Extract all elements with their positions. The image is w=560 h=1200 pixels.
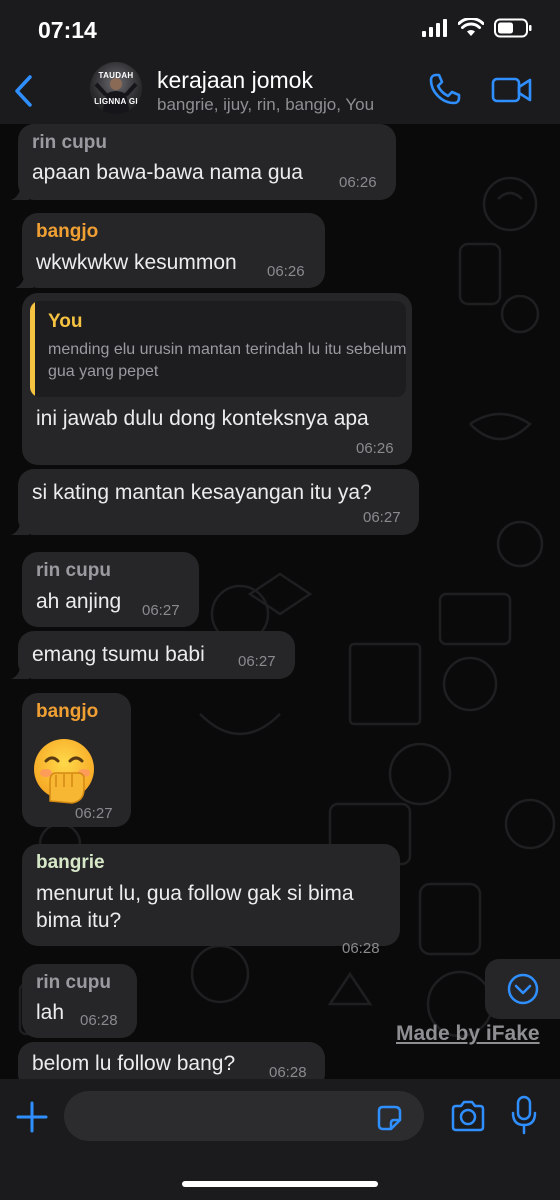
message-bubble[interactable]: bangjo wkwkwkw kesummon 06:26 xyxy=(15,213,325,288)
sender-name: bangjo xyxy=(36,221,99,242)
message-time: 06:26 xyxy=(356,440,394,457)
voice-call-button[interactable] xyxy=(428,72,462,106)
message-text: si kating mantan kesayangan itu ya? xyxy=(32,481,372,504)
message-bubble[interactable]: bangrie menurut lu, gua follow gak si bi… xyxy=(22,844,400,957)
chat-members[interactable]: bangrie, ijuy, rin, bangjo, You xyxy=(157,95,374,115)
avatar-text-bottom: LIGNNA GI xyxy=(94,97,138,106)
status-bar: 07:14 xyxy=(0,0,560,58)
message-text: emang tsumu babi xyxy=(32,643,205,666)
sender-name: rin cupu xyxy=(36,560,111,581)
bubble-tail xyxy=(20,1072,29,1079)
bubble-tail xyxy=(11,661,29,679)
message-text: menurut lu, gua follow gak si bima xyxy=(36,882,354,905)
message-text: lah xyxy=(36,1001,65,1024)
quoted-message[interactable]: You mending elu urusin mantan terindah l… xyxy=(30,301,406,397)
battery-icon xyxy=(494,18,532,38)
face-with-hand-over-mouth-emoji xyxy=(34,739,94,804)
sender-name: bangrie xyxy=(36,852,105,873)
message-bubble[interactable]: rin cupu lah 06:28 xyxy=(22,964,137,1038)
status-icons xyxy=(422,18,532,38)
status-time: 07:14 xyxy=(38,17,97,43)
quote-sender: You xyxy=(48,311,83,332)
message-text: wkwkwkw kesummon xyxy=(36,251,237,274)
message-text: ah anjing xyxy=(36,590,122,613)
message-time: 06:27 xyxy=(363,509,401,526)
message-time: 06:28 xyxy=(269,1064,307,1079)
microphone-button[interactable] xyxy=(510,1095,538,1135)
quote-accent-bar xyxy=(30,301,35,397)
attach-plus-button[interactable] xyxy=(14,1099,50,1135)
message-time: 06:28 xyxy=(342,940,380,957)
message-time: 06:27 xyxy=(142,602,180,619)
emoji-message-bubble[interactable]: bangjo 06:27 xyxy=(22,693,131,827)
message-text: ini jawab dulu dong konteksnya apa xyxy=(36,407,369,430)
message-bubble[interactable]: si kating mantan kesayangan itu ya? 06:2… xyxy=(11,469,419,535)
message-text: belom lu follow bang? xyxy=(32,1052,236,1075)
scroll-to-bottom-button[interactable] xyxy=(485,959,560,1019)
bubble-tail xyxy=(15,270,33,288)
wifi-icon xyxy=(458,18,484,36)
watermark: Made by iFake xyxy=(396,1022,540,1045)
chat-title[interactable]: kerajaan jomok xyxy=(157,67,313,94)
message-bubble[interactable]: belom lu follow bang? 06:28 xyxy=(18,1042,325,1079)
message-bubble[interactable]: rin cupu apaan bawa-bawa nama gua 06:26 xyxy=(11,124,396,200)
message-bubble[interactable]: emang tsumu babi 06:27 xyxy=(11,631,295,679)
message-time: 06:26 xyxy=(267,263,305,280)
message-composer xyxy=(0,1079,560,1200)
avatar-figure-icon xyxy=(94,78,138,114)
message-time: 06:26 xyxy=(339,174,377,191)
sticker-button[interactable] xyxy=(374,1103,404,1133)
bubble-tail xyxy=(11,182,29,200)
sender-name: rin cupu xyxy=(36,972,111,993)
avatar-text-top: TAUDAH xyxy=(98,71,134,80)
message-time: 06:28 xyxy=(80,1012,118,1029)
cellular-signal-icon xyxy=(422,19,447,37)
message-list[interactable]: rin cupu apaan bawa-bawa nama gua 06:26 … xyxy=(0,124,560,1079)
sender-name: bangjo xyxy=(36,701,99,722)
reply-message-bubble[interactable]: You mending elu urusin mantan terindah l… xyxy=(22,293,412,465)
chevron-down-icon xyxy=(507,973,539,1005)
camera-button[interactable] xyxy=(450,1100,486,1132)
bubble-tail xyxy=(11,517,29,535)
quote-text: mending elu urusin mantan terindah lu it… xyxy=(48,341,406,380)
message-input[interactable] xyxy=(64,1091,424,1141)
message-time: 06:27 xyxy=(75,805,113,822)
message-time: 06:27 xyxy=(238,653,276,670)
message-text: bima itu? xyxy=(36,909,122,932)
video-call-button[interactable] xyxy=(491,75,533,105)
chat-header: TAUDAH LIGNNA GI kerajaan jomok bangrie,… xyxy=(0,58,560,124)
back-button[interactable] xyxy=(10,72,40,110)
message-text: apaan bawa-bawa nama gua xyxy=(32,161,303,184)
home-indicator xyxy=(182,1181,378,1187)
sender-name: rin cupu xyxy=(32,132,107,153)
message-bubble[interactable]: rin cupu ah anjing 06:27 xyxy=(22,552,199,627)
group-avatar[interactable]: TAUDAH LIGNNA GI xyxy=(90,62,142,114)
